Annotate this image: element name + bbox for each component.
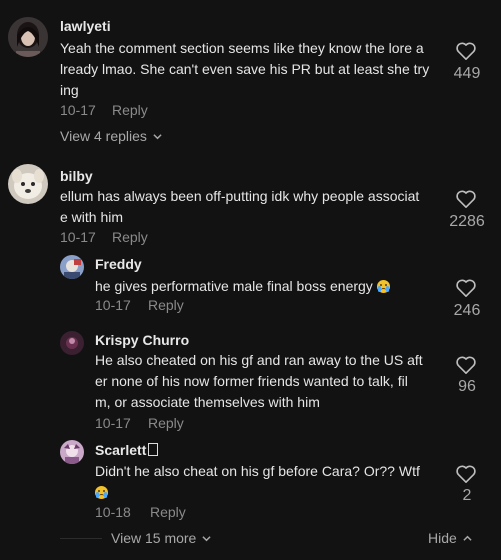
view-more-button[interactable]: View 15 more <box>111 530 211 546</box>
view-replies-label: View 4 replies <box>60 128 147 144</box>
hide-label: Hide <box>428 530 457 546</box>
reply-text-line: he gives performative male final boss en… <box>95 278 373 294</box>
reply-text: he gives performative male final boss en… <box>95 276 435 297</box>
reply-button[interactable]: Reply <box>112 102 148 118</box>
like-count: 2 <box>462 487 472 504</box>
loudly-crying-face-icon <box>95 486 108 499</box>
reply-text-line: er none of his now former friends wanted… <box>95 373 408 389</box>
reply-username[interactable]: Scarlett <box>95 442 159 458</box>
avatar[interactable] <box>60 255 84 279</box>
comment-username[interactable]: bilby <box>60 168 93 184</box>
reply-text: Didn't he also cheat on his gf before Ca… <box>95 461 440 503</box>
reply-text: He also cheated on his gf and ran away t… <box>95 350 440 413</box>
loudly-crying-face-icon <box>376 280 390 293</box>
like-count: 246 <box>453 302 481 319</box>
heart-icon[interactable] <box>455 41 477 61</box>
reply-button[interactable]: Reply <box>148 415 184 431</box>
view-replies-button[interactable]: View 4 replies <box>60 128 162 144</box>
reply-button[interactable]: Reply <box>148 297 184 313</box>
reply-date: 10-17 <box>95 415 131 431</box>
chevron-up-icon <box>463 535 472 541</box>
like-count: 449 <box>453 65 481 82</box>
avatar[interactable] <box>8 164 48 204</box>
comment-text-line: lready lmao. She can't even save his PR … <box>60 61 430 77</box>
reply-button[interactable]: Reply <box>150 504 186 520</box>
comment-date: 10-17 <box>60 229 96 245</box>
comment-date: 10-17 <box>60 102 96 118</box>
comment-text-line: ellum has always been off-putting idk wh… <box>60 188 420 204</box>
missing-glyph-icon <box>148 443 159 456</box>
chevron-down-icon <box>153 133 162 139</box>
hide-button[interactable]: Hide <box>428 530 472 546</box>
reply-text-line: He also cheated on his gf and ran away t… <box>95 352 423 368</box>
reply-date: 10-17 <box>95 297 131 313</box>
heart-icon[interactable] <box>455 189 477 209</box>
reply-username[interactable]: Krispy Churro <box>95 332 189 348</box>
comment-text-line: e with him <box>60 209 124 225</box>
reply-username-label: Scarlett <box>95 442 147 458</box>
comment-text: ellum has always been off-putting idk wh… <box>60 186 450 228</box>
comment-text: Yeah the comment section seems like they… <box>60 38 450 101</box>
chevron-down-icon <box>202 535 211 541</box>
like-count: 96 <box>458 378 476 395</box>
avatar[interactable] <box>60 331 84 355</box>
view-more-label: View 15 more <box>111 530 197 546</box>
reply-button[interactable]: Reply <box>112 229 148 245</box>
reply-username[interactable]: Freddy <box>95 256 142 272</box>
reply-text-line: m, or associate themselves with him <box>95 394 320 410</box>
divider <box>60 538 102 539</box>
comment-text-line: Yeah the comment section seems like they… <box>60 40 424 56</box>
avatar[interactable] <box>60 440 84 464</box>
heart-icon[interactable] <box>455 278 477 298</box>
reply-text-line: Didn't he also cheat on his gf before Ca… <box>95 463 420 479</box>
heart-icon[interactable] <box>455 464 477 484</box>
reply-date: 10-18 <box>95 504 131 520</box>
heart-icon[interactable] <box>455 355 477 375</box>
like-count: 2286 <box>449 213 485 230</box>
comment-text-line: ing <box>60 82 79 98</box>
comment-username[interactable]: lawlyeti <box>60 18 111 34</box>
avatar[interactable] <box>8 17 48 57</box>
